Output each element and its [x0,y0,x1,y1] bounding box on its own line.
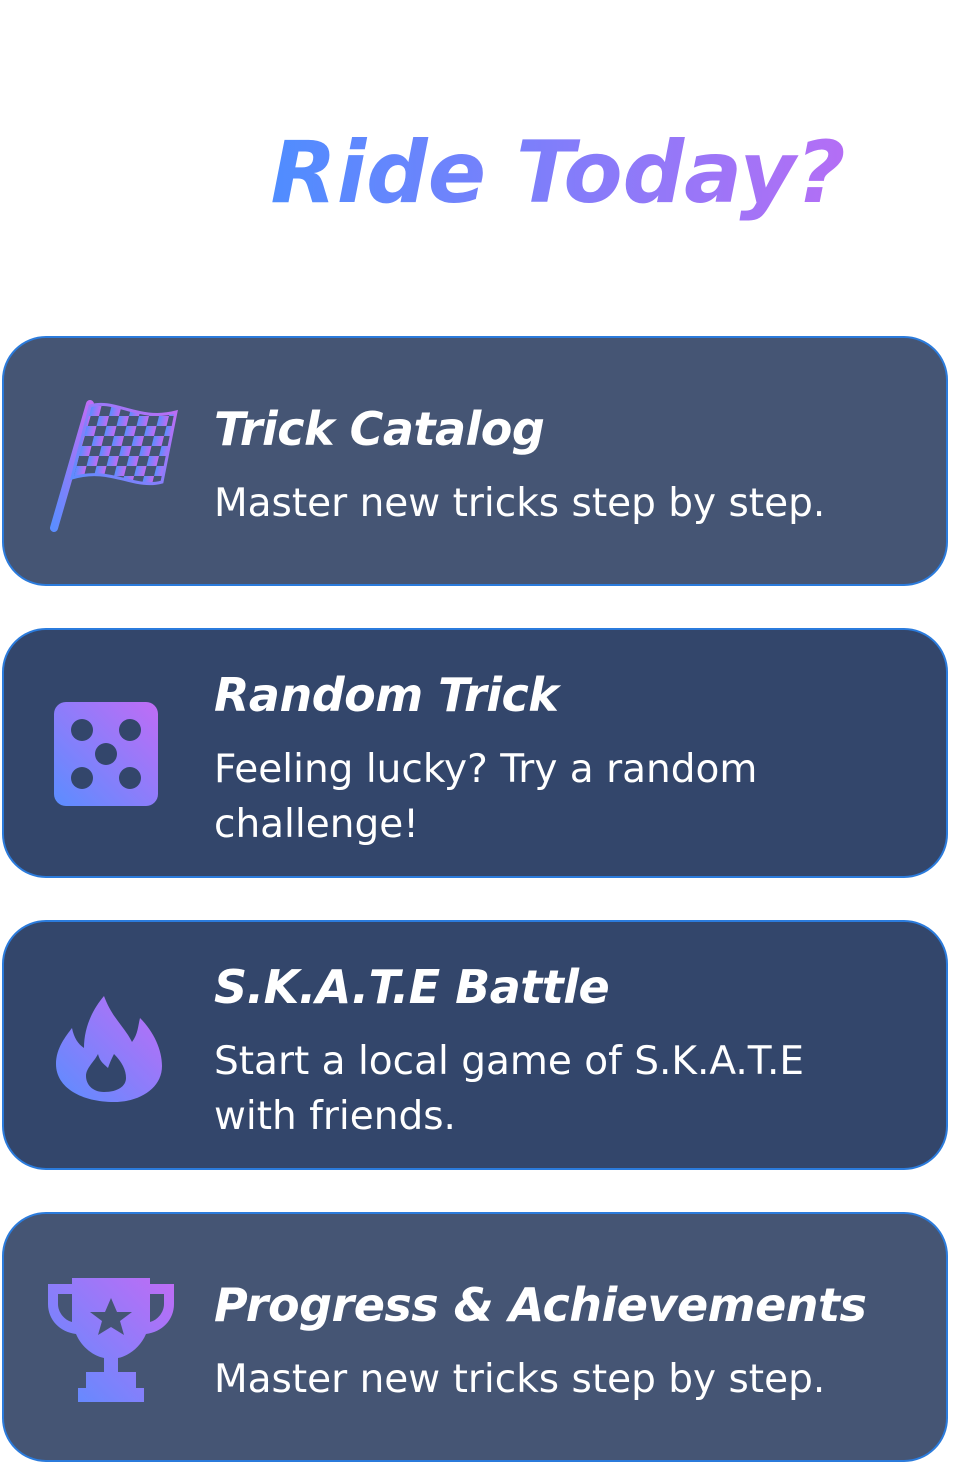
page-header: Ride Today? [0,118,953,238]
page-title-graphic: Ride Today? [271,123,846,223]
card-description: Master new tricks step by step. [214,481,826,526]
dice-icon [54,702,158,806]
card-description: Feeling lucky? Try a random challenge! [214,747,758,847]
card-description: Master new tricks step by step. [214,1357,826,1402]
card-title: Random Trick [214,668,559,722]
card-description: Start a local game of S.K.A.T.E with fri… [214,1039,805,1139]
menu-card-trick-catalog[interactable]: Trick Catalog Master new tricks step by … [2,336,948,586]
page-title: Ride Today? [271,123,846,223]
menu-card-random-trick[interactable]: Random Trick Feeling lucky? Try a random… [2,628,948,878]
card-title: Trick Catalog [214,402,545,456]
fire-icon [56,996,162,1102]
checkered-flag-icon [50,400,178,532]
menu-card-progress-achievements[interactable]: Progress & Achievements Master new trick… [2,1212,948,1462]
card-title: Progress & Achievements [214,1278,867,1332]
trophy-icon [48,1278,174,1402]
card-title: S.K.A.T.E Battle [214,960,610,1014]
menu-card-skate-battle[interactable]: S.K.A.T.E Battle Start a local game of S… [2,920,948,1170]
